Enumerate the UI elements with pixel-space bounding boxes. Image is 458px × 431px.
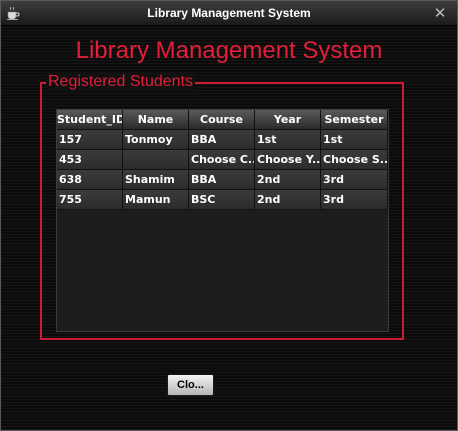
page-heading: Library Management System	[75, 37, 383, 64]
table-row[interactable]: 638 Shamim BBA 2nd 3rd	[57, 170, 388, 190]
close-button[interactable]: Clo...	[167, 374, 214, 396]
cell-name[interactable]: Tonmoy	[123, 130, 189, 150]
cell-year[interactable]: 2nd	[255, 170, 321, 190]
students-table[interactable]: Student_ID Name Course Year Semester 157…	[56, 109, 389, 332]
column-header-semester[interactable]: Semester	[321, 110, 388, 130]
table-row[interactable]: 157 Tonmoy BBA 1st 1st	[57, 130, 388, 150]
cell-course[interactable]: BSC	[189, 190, 255, 210]
cell-name[interactable]: Mamun	[123, 190, 189, 210]
title-bar[interactable]: Library Management System ✕	[1, 1, 457, 26]
cell-student-id[interactable]: 755	[57, 190, 123, 210]
cell-semester[interactable]: 3rd	[321, 190, 388, 210]
cell-year[interactable]: Choose Y...	[255, 150, 321, 170]
column-header-year[interactable]: Year	[255, 110, 321, 130]
column-header-name[interactable]: Name	[123, 110, 189, 130]
table-row[interactable]: 755 Mamun BSC 2nd 3rd	[57, 190, 388, 210]
cell-student-id[interactable]: 157	[57, 130, 123, 150]
window-title: Library Management System	[147, 6, 311, 20]
cell-course[interactable]: Choose C...	[189, 150, 255, 170]
table-header: Student_ID Name Course Year Semester	[57, 110, 388, 130]
cell-name[interactable]: Shamim	[123, 170, 189, 190]
app-window: Library Management System ✕ Library Mana…	[0, 0, 458, 431]
cell-year[interactable]: 1st	[255, 130, 321, 150]
cell-semester[interactable]: Choose S...	[321, 150, 388, 170]
cell-student-id[interactable]: 638	[57, 170, 123, 190]
cell-semester[interactable]: 3rd	[321, 170, 388, 190]
cell-semester[interactable]: 1st	[321, 130, 388, 150]
cell-course[interactable]: BBA	[189, 170, 255, 190]
close-icon[interactable]: ✕	[431, 4, 449, 22]
group-legend: Registered Students	[46, 72, 195, 92]
cell-name[interactable]	[123, 150, 189, 170]
cell-course[interactable]: BBA	[189, 130, 255, 150]
cell-student-id[interactable]: 453	[57, 150, 123, 170]
column-header-course[interactable]: Course	[189, 110, 255, 130]
table-row[interactable]: 453 Choose C... Choose Y... Choose S...	[57, 150, 388, 170]
cell-year[interactable]: 2nd	[255, 190, 321, 210]
column-header-student-id[interactable]: Student_ID	[57, 110, 123, 130]
